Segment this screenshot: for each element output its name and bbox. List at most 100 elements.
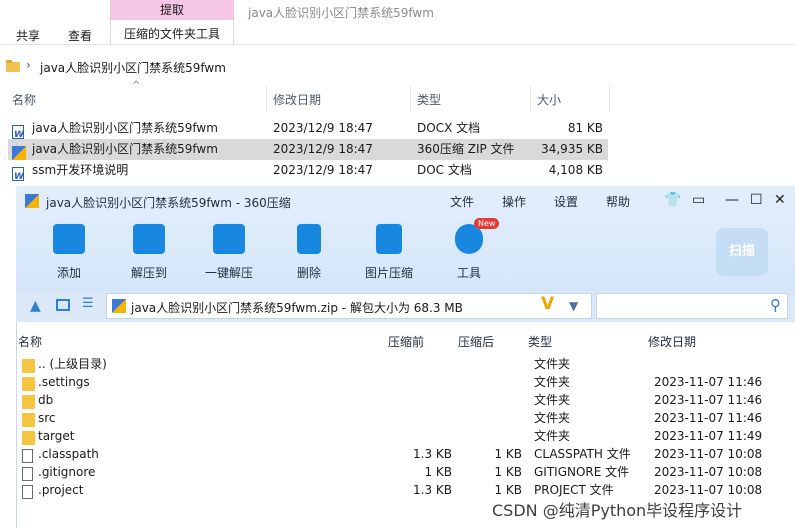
extract-icon bbox=[133, 224, 165, 254]
scan-button[interactable]: 扫描 bbox=[716, 228, 768, 276]
entry-size-before: 1.3 KB bbox=[413, 447, 452, 461]
entry-date: 2023-11-07 10:08 bbox=[654, 465, 763, 479]
archive-path-text: java人脸识别小区门禁系统59fwm.zip - 解包大小为 68.3 MB bbox=[131, 301, 463, 315]
archive-entry-row[interactable]: target 文件夹 2023-11-07 11:49 bbox=[18, 427, 778, 445]
app-logo-icon bbox=[25, 194, 39, 208]
file-row[interactable]: ssm开发环境说明 2023/12/9 18:47 DOC 文档 4,108 K… bbox=[8, 160, 608, 188]
entry-type: 文件夹 bbox=[534, 411, 571, 425]
entry-name: .classpath bbox=[38, 447, 99, 461]
extract-label: 解压到 bbox=[130, 266, 167, 280]
delete-button[interactable]: 删除 bbox=[279, 224, 339, 281]
file-name: java人脸识别小区门禁系统59fwm bbox=[32, 142, 218, 156]
one-click-extract-icon bbox=[213, 224, 245, 254]
col-separator[interactable] bbox=[530, 86, 531, 112]
menu-operate[interactable]: 操作 bbox=[502, 193, 526, 210]
image-icon bbox=[376, 224, 402, 254]
search-icon[interactable]: ⚲ bbox=[770, 296, 781, 314]
list-col-type[interactable]: 类型 bbox=[528, 333, 552, 350]
trash-icon bbox=[297, 224, 321, 254]
entry-type: 文件夹 bbox=[534, 375, 571, 389]
entry-size-before: 1.3 KB bbox=[413, 483, 452, 497]
add-button[interactable]: 添加 bbox=[39, 224, 99, 281]
archive-entry-row[interactable]: db 文件夹 2023-11-07 11:46 bbox=[18, 391, 778, 409]
breadcrumb[interactable]: java人脸识别小区门禁系统59fwm bbox=[40, 59, 226, 76]
entry-name: target bbox=[38, 429, 75, 443]
col-date[interactable]: 修改日期 bbox=[273, 91, 321, 108]
view-icon[interactable] bbox=[56, 299, 70, 311]
list-col-before[interactable]: 压缩前 bbox=[388, 333, 424, 350]
entry-name: .settings bbox=[38, 375, 90, 389]
entry-type: CLASSPATH 文件 bbox=[534, 447, 631, 461]
new-badge: New bbox=[474, 218, 500, 229]
list-view-icon[interactable]: ☰ bbox=[82, 296, 94, 311]
entry-name: .gitignore bbox=[38, 465, 96, 479]
entry-type: 文件夹 bbox=[534, 393, 571, 407]
file-name: java人脸识别小区门禁系统59fwm bbox=[32, 121, 218, 135]
file-row[interactable]: java人脸识别小区门禁系统59fwm 2023/12/9 18:47 DOCX… bbox=[8, 118, 608, 146]
archive-path-bar[interactable]: java人脸识别小区门禁系统59fwm.zip - 解包大小为 68.3 MB … bbox=[106, 293, 592, 319]
tab-compressed-folder-tools[interactable]: 压缩的文件夹工具 bbox=[110, 20, 234, 44]
ribbon-context-tab[interactable]: 提取 bbox=[110, 0, 234, 20]
one-click-extract-button[interactable]: 一键解压 bbox=[199, 224, 259, 281]
window-title: java人脸识别小区门禁系统59fwm bbox=[248, 6, 434, 20]
file-size: 34,935 KB bbox=[541, 142, 603, 156]
vip-icon[interactable]: V bbox=[541, 294, 554, 314]
address-bar[interactable]: › java人脸识别小区门禁系统59fwm bbox=[0, 54, 795, 78]
archive-entry-row[interactable]: src 文件夹 2023-11-07 11:46 bbox=[18, 409, 778, 427]
file-date: 2023/12/9 18:47 bbox=[273, 142, 373, 156]
file-type: 360压缩 ZIP 文件 bbox=[417, 142, 515, 156]
watermark: CSDN @纯清Python毕设程序设计 bbox=[492, 501, 743, 520]
tools-button[interactable]: 工具 bbox=[439, 224, 499, 281]
menu-settings[interactable]: 设置 bbox=[554, 193, 578, 210]
entry-date: 2023-11-07 11:46 bbox=[654, 375, 763, 389]
tools-label: 工具 bbox=[456, 266, 481, 280]
menu-help[interactable]: 帮助 bbox=[606, 193, 630, 210]
tab-share[interactable]: 共享 bbox=[16, 27, 40, 44]
image-compress-label: 图片压缩 bbox=[364, 266, 413, 280]
zip-window-title: java人脸识别小区门禁系统59fwm - 360压缩 bbox=[46, 196, 291, 210]
entry-size-before: 1 KB bbox=[424, 465, 452, 479]
list-col-after[interactable]: 压缩后 bbox=[458, 333, 494, 350]
entry-type: 文件夹 bbox=[534, 429, 571, 443]
archive-entry-row[interactable]: .classpath 1.3 KB 1 KB CLASSPATH 文件 2023-11-… bbox=[18, 445, 778, 463]
entry-name: db bbox=[38, 393, 54, 407]
extract-to-button[interactable]: 解压到 bbox=[119, 224, 179, 281]
file-size: 4,108 KB bbox=[548, 163, 603, 177]
minimize-button[interactable]: — bbox=[725, 192, 739, 208]
tab-view[interactable]: 查看 bbox=[68, 27, 92, 44]
up-arrow-icon[interactable]: ▲ bbox=[30, 298, 41, 314]
col-separator[interactable] bbox=[266, 86, 267, 112]
entry-name: src bbox=[38, 411, 56, 425]
file-row-selected[interactable]: java人脸识别小区门禁系统59fwm 2023/12/9 18:47 360压… bbox=[8, 139, 608, 160]
col-name[interactable]: 名称 bbox=[12, 91, 36, 108]
feedback-icon[interactable]: ▭ bbox=[692, 192, 705, 208]
entry-size-after: 1 KB bbox=[494, 465, 522, 479]
col-separator[interactable] bbox=[410, 86, 411, 112]
col-size[interactable]: 大小 bbox=[537, 91, 561, 108]
file-date: 2023/12/9 18:47 bbox=[273, 163, 373, 177]
delete-label: 删除 bbox=[296, 266, 321, 280]
entry-date: 2023-11-07 11:49 bbox=[654, 429, 763, 443]
menu-file[interactable]: 文件 bbox=[450, 193, 474, 210]
archive-entry-row[interactable]: .. (上级目录) 文件夹 bbox=[18, 355, 778, 373]
col-type[interactable]: 类型 bbox=[417, 91, 441, 108]
entry-name: .project bbox=[38, 483, 84, 497]
list-col-date[interactable]: 修改日期 bbox=[648, 333, 696, 350]
file-type: DOC 文档 bbox=[417, 163, 472, 177]
close-button[interactable]: ✕ bbox=[774, 192, 786, 208]
file-icon bbox=[22, 448, 33, 463]
image-compress-button[interactable]: 图片压缩 bbox=[359, 224, 419, 281]
skin-icon[interactable]: 👕 bbox=[664, 192, 681, 208]
list-col-name[interactable]: 名称 bbox=[18, 333, 42, 350]
maximize-button[interactable]: ☐ bbox=[750, 192, 763, 208]
chevron-right-icon: › bbox=[26, 58, 31, 72]
archive-entry-row[interactable]: .settings 文件夹 2023-11-07 11:46 bbox=[18, 373, 778, 391]
archive-entry-row[interactable]: .gitignore 1 KB 1 KB GITIGNORE 文件 2023-11-07… bbox=[18, 463, 778, 481]
entry-date: 2023-11-07 10:08 bbox=[654, 447, 763, 461]
col-separator[interactable] bbox=[609, 86, 610, 112]
search-input[interactable]: ⚲ bbox=[596, 293, 788, 319]
word-doc-icon bbox=[12, 166, 24, 188]
dropdown-arrow-icon[interactable]: ▼ bbox=[569, 299, 578, 313]
folder-icon bbox=[22, 430, 35, 445]
sort-up-icon: ^ bbox=[132, 80, 141, 91]
